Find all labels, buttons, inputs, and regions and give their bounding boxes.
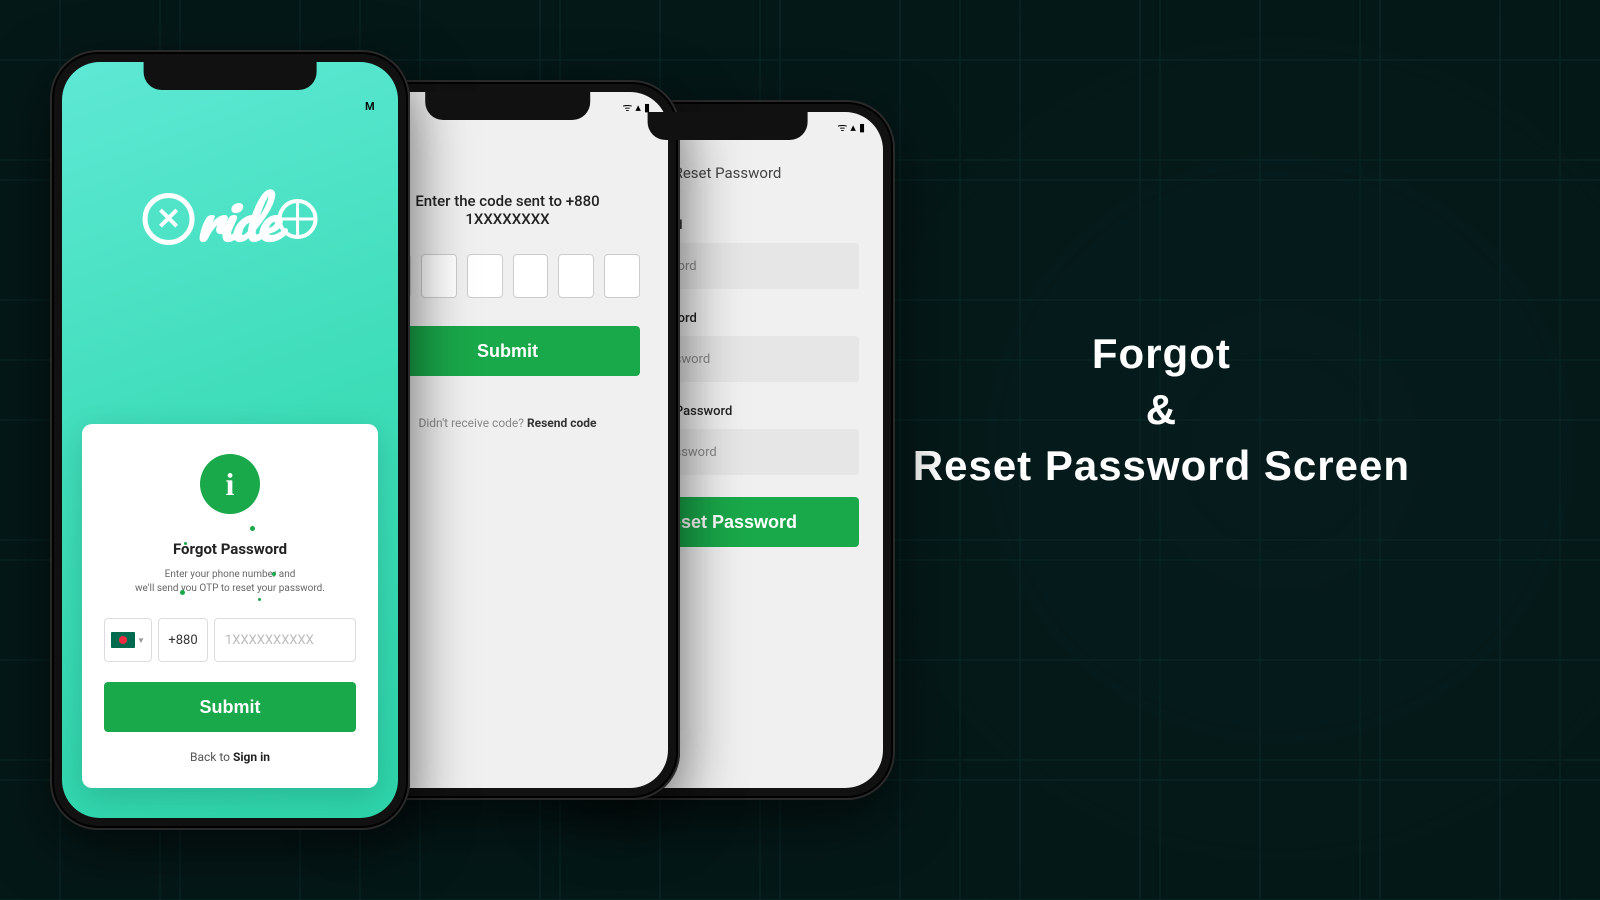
otp-digit-6[interactable] [604, 254, 640, 298]
phone-mockup-forgot: ✕ ride i Forgot Password Enter your pho [50, 50, 410, 830]
resend-line: Didn't receive code? Resend code [375, 416, 640, 430]
wifi-icon: ᯤ [622, 100, 632, 115]
resend-text: Didn't receive code? [419, 416, 527, 430]
info-icon: i [200, 454, 260, 514]
status-indicators: ᯤ ▴ ▮ [622, 100, 650, 115]
otp-input-row [375, 254, 640, 298]
back-to-signin: Back to Sign in [104, 750, 356, 764]
otp-digit-3[interactable] [467, 254, 503, 298]
signal-icon: ▴ [635, 101, 641, 114]
logo-circle-icon: ✕ [143, 193, 195, 245]
otp-digit-5[interactable] [558, 254, 594, 298]
title-ampersand: & [913, 386, 1410, 434]
page-title: Forgot & Reset Password Screen [913, 330, 1410, 490]
resend-link[interactable]: Resend code [527, 416, 597, 430]
logo-wheel-icon [277, 199, 317, 239]
brand-logo: ✕ ride [143, 172, 318, 266]
logo-text: ride [197, 172, 276, 266]
chevron-down-icon: ▼ [137, 636, 145, 645]
country-selector[interactable]: ▼ [104, 618, 152, 662]
otp-submit-button[interactable]: Submit [375, 326, 640, 376]
phone-number-input[interactable]: 1XXXXXXXXXX [214, 618, 356, 662]
otp-digit-4[interactable] [513, 254, 549, 298]
status-bar: ᯤ ▴ ▮ [572, 120, 883, 135]
dial-code: +880 [158, 618, 208, 662]
signin-link[interactable]: Sign in [233, 750, 270, 764]
status-bar: M ᯤ ▴ ▮ [347, 100, 668, 115]
decorative-dots [180, 532, 280, 612]
battery-icon: ▮ [859, 121, 865, 134]
title-line2: Reset Password Screen [913, 442, 1410, 490]
title-line1: Forgot [913, 330, 1410, 378]
phone-input-row: ▼ +880 1XXXXXXXXXX [104, 618, 356, 662]
forgot-card: i Forgot Password Enter your phone numbe… [82, 424, 378, 788]
status-time: M [365, 100, 375, 115]
info-icon-letter: i [226, 466, 235, 503]
wifi-icon: ᯤ [837, 120, 847, 135]
otp-prompt: Enter the code sent to +880 1XXXXXXXX [375, 192, 640, 228]
submit-button[interactable]: Submit [104, 682, 356, 732]
status-indicators: ᯤ ▴ ▮ [837, 120, 865, 135]
back-text: Back to [190, 750, 233, 764]
otp-digit-2[interactable] [421, 254, 457, 298]
signal-icon: ▴ [850, 121, 856, 134]
bangladesh-flag-icon [111, 632, 135, 648]
